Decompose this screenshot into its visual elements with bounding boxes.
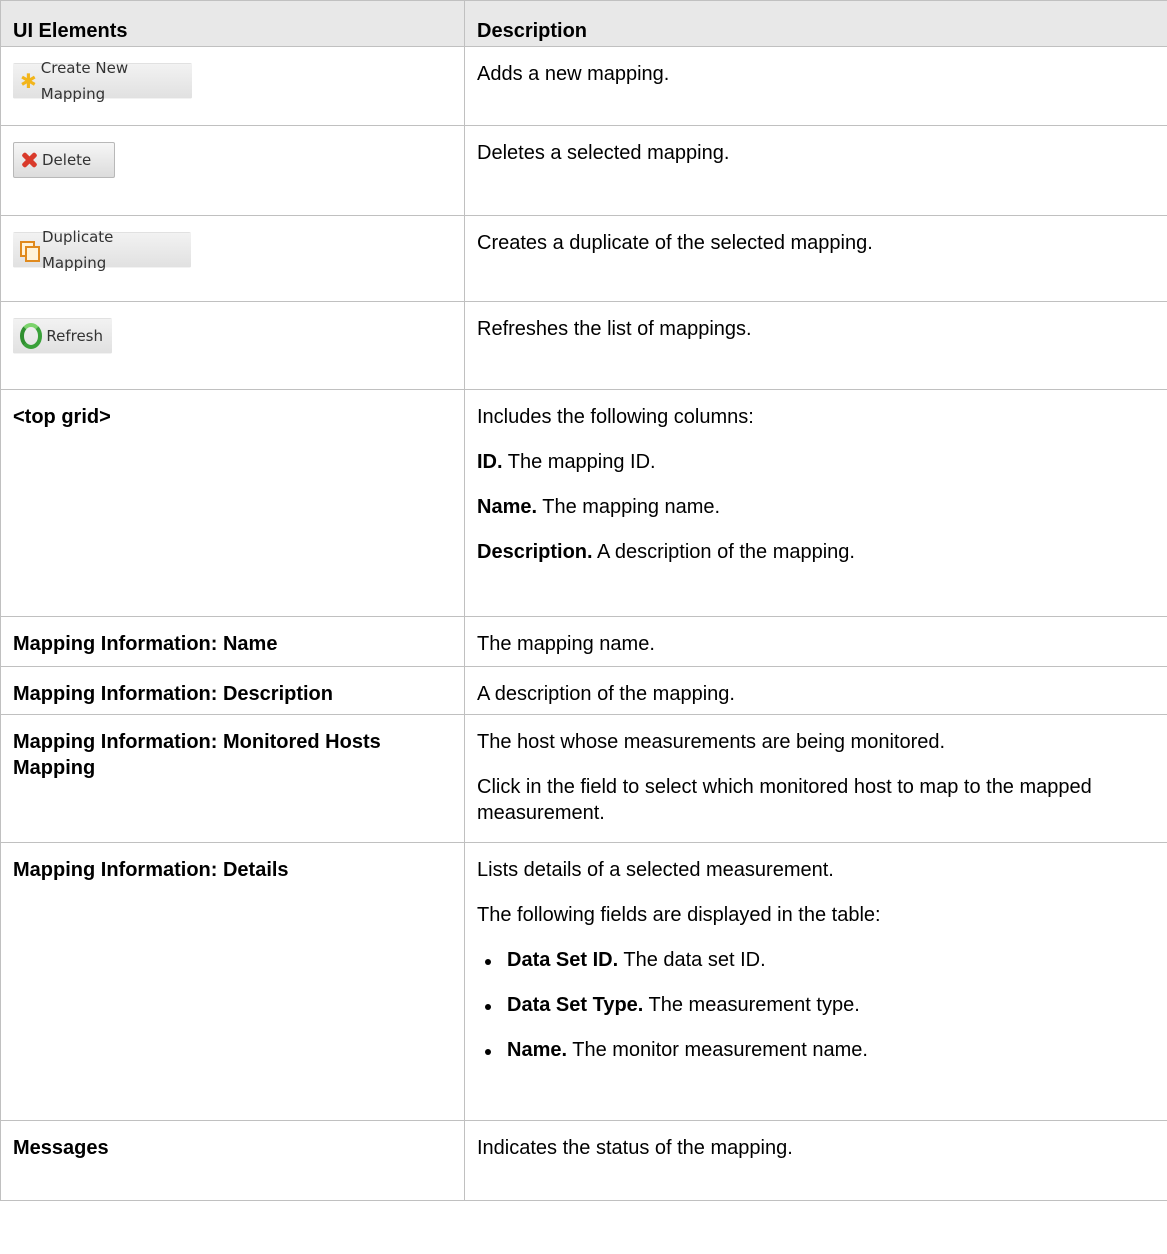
description-text-2: The following fields are displayed in th… [477, 904, 881, 926]
description-cell: Creates a duplicate of the selected mapp… [464, 215, 1167, 302]
table-row: Mapping Information: Description A descr… [0, 666, 1167, 715]
ui-element-label: Mapping Information: Monitored Hosts Map… [13, 731, 381, 779]
column-text: A description of the mapping. [592, 541, 855, 563]
delete-button[interactable]: Delete [13, 142, 115, 178]
description-text: Adds a new mapping. [477, 63, 670, 85]
ui-element-label: Mapping Information: Name [13, 633, 278, 655]
column-term: Description. [477, 541, 593, 563]
ui-element-cell: Delete [0, 125, 465, 216]
refresh-button[interactable]: Refresh [13, 318, 112, 354]
ui-element-cell: Refresh [0, 301, 465, 390]
description-cell: Indicates the status of the mapping. [464, 1120, 1167, 1201]
duplicate-mapping-button[interactable]: Duplicate Mapping [13, 228, 191, 272]
create-new-mapping-label: Create New Mapping [40, 59, 129, 103]
description-text: The host whose measurements are being mo… [477, 731, 946, 753]
table-row: ✱ Create New Mapping Adds a new mapping. [0, 46, 1167, 126]
description-text: Creates a duplicate of the selected mapp… [477, 232, 873, 254]
list-item: Data Set ID. The data set ID. [477, 947, 1167, 973]
field-term: Data Set Type. [507, 994, 644, 1016]
list-item: Data Set Type. The measurement type. [477, 992, 1167, 1018]
refresh-icon [20, 323, 43, 349]
header-ui-elements: UI Elements [0, 0, 465, 47]
duplicate-mapping-label: Duplicate Mapping [41, 228, 114, 272]
header-description: Description [464, 0, 1167, 47]
column-text: The mapping name. [537, 496, 721, 518]
ui-element-label: <top grid> [13, 406, 111, 428]
list-item: Name. The monitor measurement name. [477, 1037, 1167, 1063]
ui-element-cell: <top grid> [0, 389, 465, 617]
ui-element-cell: Duplicate Mapping [0, 215, 465, 302]
description-cell: Refreshes the list of mappings. [464, 301, 1167, 390]
ui-element-cell: Mapping Information: Description [0, 666, 465, 715]
description-cell: Includes the following columns: ID. The … [464, 389, 1167, 617]
delete-label: Delete [42, 151, 92, 169]
table-row: Mapping Information: Details Lists detai… [0, 842, 1167, 1121]
ui-element-label: Mapping Information: Details [13, 859, 289, 881]
description-cell: Deletes a selected mapping. [464, 125, 1167, 216]
star-icon: ✱ [20, 69, 37, 93]
description-text: Indicates the status of the mapping. [477, 1137, 793, 1159]
field-term: Name. [507, 1039, 568, 1061]
field-text: The measurement type. [643, 994, 860, 1016]
description-cell: Lists details of a selected measurement.… [464, 842, 1167, 1121]
column-item: Description. A description of the mappin… [477, 539, 1167, 565]
ui-element-cell: Mapping Information: Monitored Hosts Map… [0, 714, 465, 843]
ui-element-cell: Mapping Information: Name [0, 616, 465, 667]
description-text: Refreshes the list of mappings. [477, 318, 752, 340]
column-term: Name. [477, 496, 538, 518]
ui-element-label: Mapping Information: Description [13, 683, 333, 705]
table-row: Mapping Information: Name The mapping na… [0, 616, 1167, 667]
ui-element-cell: Mapping Information: Details [0, 842, 465, 1121]
table-row: Mapping Information: Monitored Hosts Map… [0, 714, 1167, 843]
create-new-mapping-button[interactable]: ✱ Create New Mapping [13, 59, 192, 103]
refresh-label: Refresh [46, 327, 103, 345]
description-cell: Adds a new mapping. [464, 46, 1167, 126]
column-item: Name. The mapping name. [477, 494, 1167, 520]
table-row: Duplicate Mapping Creates a duplicate of… [0, 215, 1167, 302]
description-text: A description of the mapping. [477, 683, 735, 705]
description-cell: The host whose measurements are being mo… [464, 714, 1167, 843]
column-item: ID. The mapping ID. [477, 449, 1167, 475]
description-text: Includes the following columns: [477, 406, 754, 428]
table-row: Refresh Refreshes the list of mappings. [0, 301, 1167, 390]
field-term: Data Set ID. [507, 949, 619, 971]
ui-element-cell: ✱ Create New Mapping [0, 46, 465, 126]
field-text: The monitor measurement name. [567, 1039, 868, 1061]
table-row: Messages Indicates the status of the map… [0, 1120, 1167, 1201]
description-text-2: Click in the field to select which monit… [477, 776, 1092, 824]
duplicate-icon [20, 241, 40, 262]
details-field-list: Data Set ID. The data set ID. Data Set T… [477, 947, 1167, 1063]
field-text: The data set ID. [618, 949, 766, 971]
ui-element-label: Messages [13, 1137, 109, 1159]
description-text: Deletes a selected mapping. [477, 142, 730, 164]
description-text: The mapping name. [477, 633, 655, 655]
ui-element-cell: Messages [0, 1120, 465, 1201]
description-cell: The mapping name. [464, 616, 1167, 667]
ui-elements-table: UI Elements Description ✱ Create New Map… [0, 0, 1167, 1201]
column-text: The mapping ID. [502, 451, 656, 473]
table-header-row: UI Elements Description [0, 0, 1167, 47]
description-cell: A description of the mapping. [464, 666, 1167, 715]
table-row: Delete Deletes a selected mapping. [0, 125, 1167, 216]
delete-x-icon [20, 151, 38, 169]
table-row: <top grid> Includes the following column… [0, 389, 1167, 617]
column-term: ID. [477, 451, 503, 473]
description-text: Lists details of a selected measurement. [477, 859, 834, 881]
